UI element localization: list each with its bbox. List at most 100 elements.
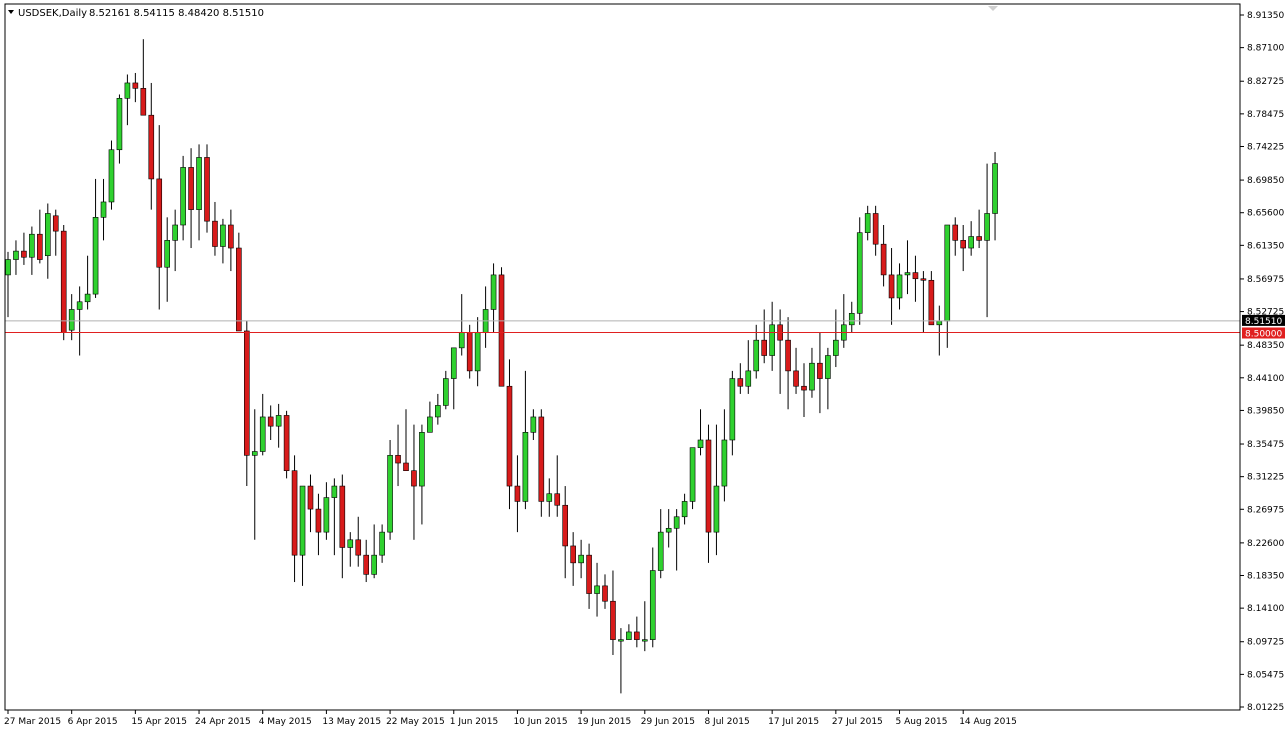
candle-body xyxy=(785,339,791,372)
symbol-label: USDSEK,Daily xyxy=(18,8,87,19)
candle-body xyxy=(283,415,290,472)
candle-body xyxy=(498,274,505,387)
y-tick-label: 8.26975 xyxy=(1247,505,1284,515)
candle-body xyxy=(76,301,83,310)
y-tick-label: 8.69850 xyxy=(1247,176,1284,186)
candle-body xyxy=(419,432,425,487)
candle-body xyxy=(737,378,744,387)
level-label: 8.50000 xyxy=(1245,329,1282,339)
candle-body xyxy=(466,332,473,372)
candle-body xyxy=(904,272,911,276)
candle-body xyxy=(267,416,274,427)
y-tick-label: 8.56975 xyxy=(1247,275,1284,285)
chart-header: USDSEK,Daily 8.52161 8.54115 8.48420 8.5… xyxy=(8,8,264,19)
y-tick-label: 8.82725 xyxy=(1247,77,1284,87)
candle-body xyxy=(37,233,43,260)
current-price-label: 8.51510 xyxy=(1245,317,1282,327)
candle-body xyxy=(427,416,433,433)
y-tick-label: 8.01225 xyxy=(1247,703,1284,713)
candle-body xyxy=(108,149,115,203)
candle-body xyxy=(299,485,306,556)
candle-body xyxy=(641,639,648,642)
candle-body xyxy=(323,497,330,533)
y-tick-label: 8.31225 xyxy=(1247,473,1284,483)
candle-body xyxy=(236,247,242,332)
x-tick-label: 10 Jun 2015 xyxy=(513,717,567,727)
candle-body xyxy=(665,527,672,533)
candle-body xyxy=(435,405,441,418)
y-tick-label: 8.22600 xyxy=(1247,539,1284,549)
candle-body xyxy=(920,278,927,281)
candle-body xyxy=(307,485,314,510)
candle-body xyxy=(610,600,616,640)
candle-body xyxy=(363,554,370,575)
candle-body xyxy=(124,82,131,99)
x-tick-label: 5 Aug 2015 xyxy=(896,717,948,727)
candle-body xyxy=(5,259,11,276)
candle-body xyxy=(458,332,465,349)
candle-body xyxy=(140,88,147,116)
candle-body xyxy=(761,339,768,356)
candle-body xyxy=(291,470,298,556)
candle-body xyxy=(164,240,170,268)
candle-body xyxy=(156,178,163,268)
candle-body xyxy=(196,157,202,210)
candle-body xyxy=(721,439,728,487)
candle-body xyxy=(618,639,624,642)
candle-body xyxy=(825,355,831,379)
candle-body xyxy=(403,462,409,472)
candle-body xyxy=(697,439,704,448)
y-tick-label: 8.91350 xyxy=(1247,11,1284,21)
price-chart[interactable]: 8.91350 8.87100 8.82725 8.78475 8.74225 8.698… xyxy=(0,0,1287,731)
candle-body xyxy=(968,236,974,249)
candle-body xyxy=(474,332,481,372)
candle xyxy=(538,409,545,517)
current-price-tag: 8.51510 xyxy=(1242,314,1285,327)
candle-body xyxy=(960,240,967,249)
candle-body xyxy=(116,98,123,151)
candle-body xyxy=(132,82,139,89)
x-tick-label: 22 May 2015 xyxy=(386,717,445,727)
chart-background xyxy=(0,0,1287,731)
x-tick-label: 29 Jun 2015 xyxy=(641,717,695,727)
candle-body xyxy=(936,320,943,326)
x-tick-label: 19 Jun 2015 xyxy=(577,717,631,727)
candle xyxy=(283,410,290,479)
candle-body xyxy=(546,493,553,502)
candle-body xyxy=(952,224,959,241)
candle-body xyxy=(554,493,561,506)
x-tick-label: 13 May 2015 xyxy=(322,717,381,727)
candle-body xyxy=(514,485,521,502)
candle-body xyxy=(769,324,775,356)
candle-body xyxy=(793,370,799,387)
candle-body xyxy=(976,236,982,241)
candle-body xyxy=(745,370,752,387)
level-tag: 8.50000 xyxy=(1242,327,1285,339)
candle-body xyxy=(506,385,513,487)
candle xyxy=(498,267,505,387)
candle-body xyxy=(100,201,107,218)
y-tick-label: 8.09725 xyxy=(1247,638,1284,648)
candle-body xyxy=(13,250,19,260)
x-tick-label: 14 Aug 2015 xyxy=(959,717,1017,727)
candle-body xyxy=(649,570,656,640)
candle-body xyxy=(315,508,322,533)
y-tick-label: 8.05475 xyxy=(1247,670,1284,680)
candle-body xyxy=(729,378,736,441)
candle-body xyxy=(817,362,823,379)
candle-body xyxy=(44,213,51,257)
candle-body xyxy=(912,272,919,280)
candle-body xyxy=(68,309,75,331)
candle-body xyxy=(657,531,664,571)
y-tick-label: 8.87100 xyxy=(1247,44,1284,54)
candle-body xyxy=(21,250,27,258)
candle-body xyxy=(626,631,632,640)
candle-body xyxy=(594,585,600,594)
candle xyxy=(60,224,67,341)
candle-body xyxy=(148,114,155,180)
candle-body xyxy=(928,279,935,326)
candle-body xyxy=(212,220,218,247)
x-tick-label: 6 Apr 2015 xyxy=(68,717,118,727)
y-tick-label: 8.14100 xyxy=(1247,604,1284,614)
candle-body xyxy=(490,274,497,310)
